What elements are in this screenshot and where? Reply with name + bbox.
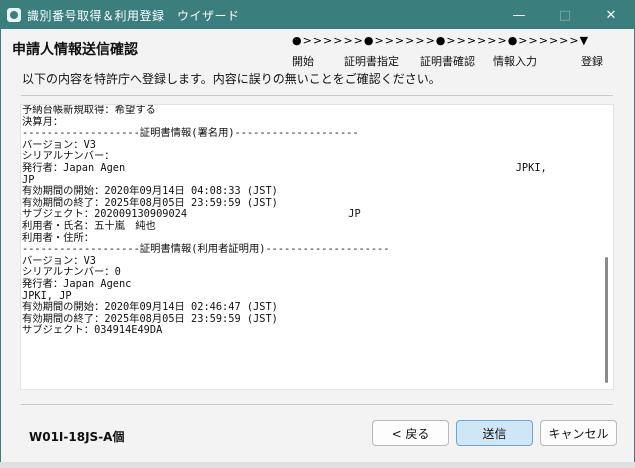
confirmation-text-box[interactable]: 予納台帳新規取得：希望する 決算月： -------------------証明書情…	[20, 104, 614, 390]
step-label-register: 登録	[581, 55, 603, 68]
content-line: -------------------証明書情報(利用者証明用)--------…	[22, 243, 390, 256]
content-line: 発行者：Japan Agenc	[22, 277, 132, 290]
content-line: 有効期間の開始：2020年09月14日 04:08:33 (JST)	[22, 185, 278, 198]
footer-divider	[21, 404, 613, 405]
cancel-button[interactable]: キャンセル	[540, 420, 617, 446]
background-strip	[0, 462, 635, 468]
step-label-cert-select: 証明書指定	[344, 55, 399, 68]
header-divider	[21, 95, 613, 96]
maximize-button: □	[558, 7, 572, 23]
content-line: サブジェクト：034914E49DA	[22, 324, 163, 337]
content-line: 利用者・氏名：五十嵐 純也	[22, 219, 156, 232]
content-line: -------------------証明書情報(署名用)-----------…	[22, 127, 359, 140]
confirmation-text: 予納台帳新規取得：希望する 決算月： -------------------証明書情…	[22, 105, 596, 389]
wizard-window: 識別番号取得＆利用登録 ウイザード — □ ✕ 申請人情報送信確認 ●>>>>>…	[0, 0, 635, 468]
wizard-header: 申請人情報送信確認 ●>>>>>>●>>>>>>●>>>>>>●>>>>>>▼ …	[2, 30, 633, 96]
window-title: 識別番号取得＆利用登録 ウイザード	[27, 8, 240, 23]
step-label-cert-confirm: 証明書確認	[420, 55, 475, 68]
title-bar: 識別番号取得＆利用登録 ウイザード — □ ✕	[1, 1, 634, 29]
back-button[interactable]: < 戻る	[372, 420, 449, 446]
step-label-info-input: 情報入力	[493, 55, 537, 68]
form-id-label: W01I-18JS-A個	[29, 430, 125, 444]
app-icon	[7, 8, 21, 22]
content-line: 予納台帳新規取得：希望する	[22, 105, 156, 116]
close-button[interactable]: ✕	[588, 1, 634, 29]
content-line: 有効期間の開始：2020年09月14日 02:46:47 (JST)	[22, 301, 278, 314]
page-title: 申請人情報送信確認	[12, 42, 138, 58]
send-button[interactable]: 送信	[456, 420, 533, 446]
step-label-start: 開始	[292, 55, 314, 68]
content-line: 発行者：Japan Agen JPKI,	[22, 161, 547, 174]
step-indicator: ●>>>>>>●>>>>>>●>>>>>>●>>>>>>▼ 開始 証明書指定 証…	[292, 34, 612, 68]
vertical-scrollbar[interactable]	[599, 105, 613, 389]
minimize-button[interactable]: —	[496, 1, 542, 29]
instruction-text: 以下の内容を特許庁へ登録します。内容に誤りの無いことをご確認ください。	[22, 72, 441, 86]
step-progress: ●>>>>>>●>>>>>>●>>>>>>●>>>>>>▼	[292, 34, 590, 47]
scrollbar-thumb[interactable]	[605, 257, 608, 383]
